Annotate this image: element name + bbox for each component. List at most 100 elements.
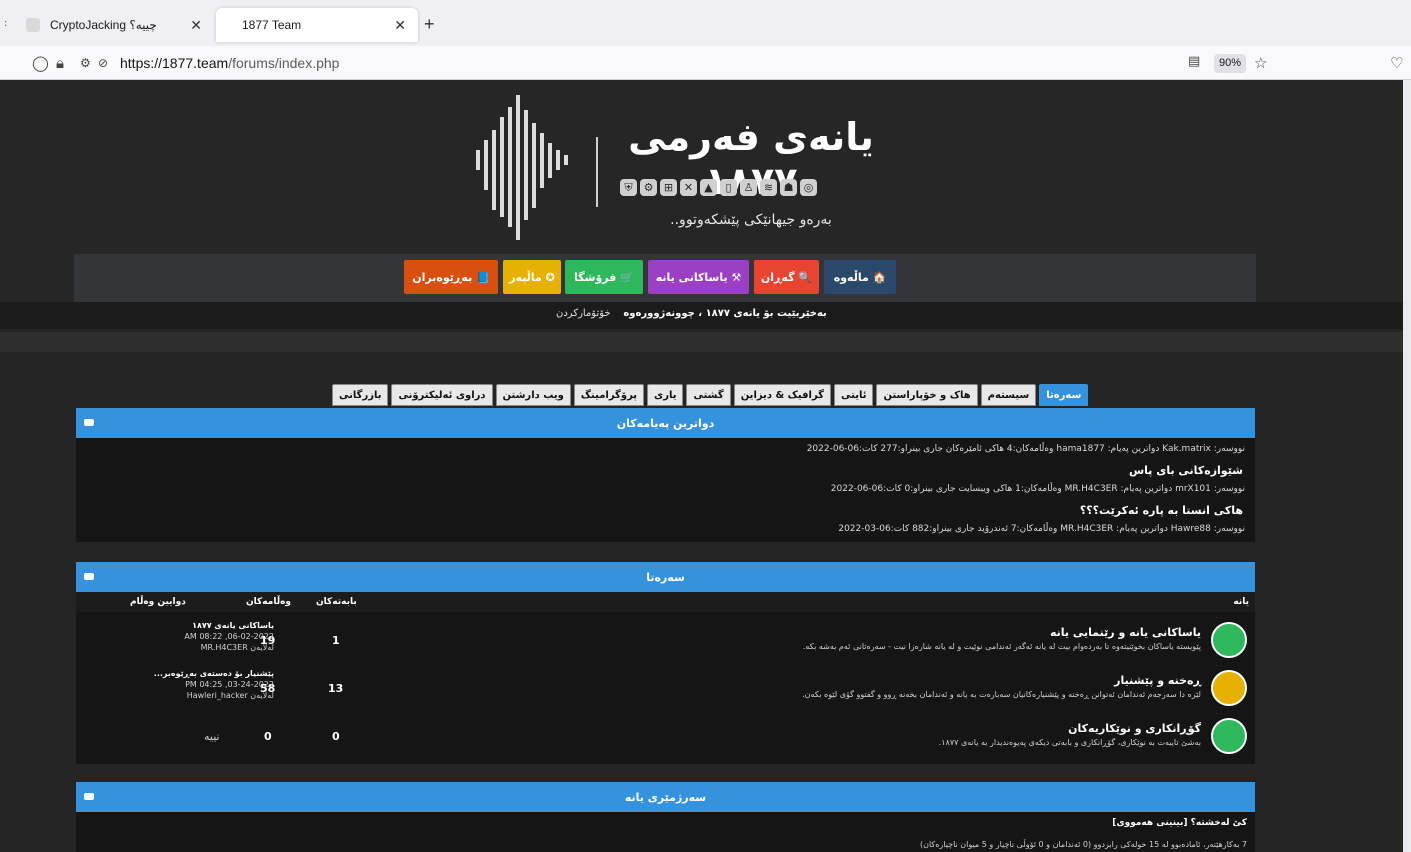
main-navigation: 🏠 ماڵەوە 🔍 گەڕان ⚒ یاساکانی یانە 🛒 فرۆشگ… [74, 254, 1256, 302]
nav-home-button[interactable]: 🏠 ماڵەوە [824, 260, 896, 294]
nav-admins-button[interactable]: 📘 بەڕێوەبران [404, 260, 498, 294]
forum-title[interactable]: گۆڕانکاری و نوێکاریەکان [1068, 722, 1201, 735]
url-host: https://1877.team [120, 55, 229, 71]
last-post-date: 06-02-2022, 08:22 AM [184, 632, 274, 641]
logo-badges: ⛨ ⚙ ⊞ ✕ ▲ ▯ ♙ ≋ ☗ ◎ [620, 179, 817, 196]
reader-view-icon[interactable]: ▤ [1188, 54, 1200, 69]
tab-business[interactable]: بازرگانی [332, 384, 389, 406]
panel-title: سەرژمێری یانە [624, 790, 707, 804]
forum-last-post: یاساکانی یانەی ١٨٧٧ 06-02-2022, 08:22 AM… [114, 620, 274, 653]
pocket-icon[interactable]: ♡ [1390, 54, 1403, 72]
register-link[interactable]: خۆتۆمارکردن [556, 308, 611, 319]
header-divider [0, 332, 1403, 352]
recent-post-meta: نووسەر: mrX101 دواترین پەیام: MR.H4C3ER … [830, 484, 1245, 494]
tab-hacking[interactable]: هاک و خۆپاراستن [876, 384, 978, 406]
collapse-toggle-icon[interactable] [84, 573, 94, 580]
forum-title[interactable]: یاساکانی یانە و رێنمایی یانە [1050, 626, 1201, 639]
login-link[interactable]: بەخێربێیت بۆ یانەی ١٨٧٧ ، چوونەژوورەوە [623, 308, 826, 319]
panel-title: دواترین پەیامەکان [616, 416, 715, 430]
last-post-date: 03-24-2022, 04:25 PM [185, 680, 274, 689]
bookmark-star-icon[interactable]: ☆ [1254, 54, 1267, 72]
tools-badge-icon: ✕ [680, 179, 697, 196]
tab-web-design[interactable]: ویب دارشتن [495, 384, 571, 406]
forum-title[interactable]: ڕەخنە و پێشنیار [1114, 674, 1201, 687]
col-threads: بابەتەکان [316, 597, 357, 607]
tab-crypto[interactable]: دراوی ئەلیکترۆنی [391, 384, 493, 406]
collapse-toggle-icon[interactable] [84, 419, 94, 426]
forum-replies-count: 0 [264, 730, 272, 743]
wifi-badge-icon: ≋ [760, 179, 777, 196]
browser-tab-cryptojacking[interactable]: CryptoJacking چییە؟ ✕ [14, 8, 214, 42]
close-tab-icon[interactable]: ✕ [394, 17, 406, 34]
permissions-icon[interactable]: ⚙ [80, 56, 91, 70]
forum-threads-count: 13 [328, 682, 344, 695]
close-tab-icon[interactable]: ✕ [190, 17, 202, 34]
forum-threads-count: 0 [332, 730, 340, 743]
browser-tab-1877-team[interactable]: 1877 Team ✕ [216, 8, 418, 42]
forums-column-headers: یانە بابەتەکان وەڵامەکان دوایین وەڵام [76, 592, 1255, 612]
tab-favicon-icon [26, 18, 40, 32]
collapse-toggle-icon[interactable] [84, 793, 94, 800]
nav-shop-button[interactable]: 🛒 فرۆشگا [565, 260, 643, 294]
shield-icon[interactable]: ◯ [32, 54, 49, 72]
tab-graphics[interactable]: گرافیک & دیزاین [733, 384, 831, 406]
recent-post-meta: نووسەر: Hawre88 دواترین پەیام: MR.H4C3ER… [838, 524, 1245, 534]
online-users-title[interactable]: کێ لەخشتە؟ [بینینی هەمووی] [1112, 818, 1247, 828]
recent-post-title[interactable]: شێوازەکانی بای پاس [1129, 464, 1243, 477]
forum-description: بەشێ تایبەت بە نوێکاری، گۆڕانکاری و بابە… [938, 738, 1201, 747]
tab-games[interactable]: یاری [647, 384, 684, 406]
recent-post-meta: نووسەر: Kak.matrix دواترین پەیام: hama18… [806, 444, 1245, 454]
logo-mark-icon [476, 95, 568, 240]
page-scrollbar[interactable] [1403, 80, 1411, 852]
welcome-text: بەخێربێیت بۆ یانەی ١٨٧٧ ، چوونەژوورەوە خ… [556, 308, 827, 319]
forum-description: لێرە دا سەرجەم ئەندامان ئەتوانن ڕەخنە و … [802, 690, 1201, 699]
browser-tab-bar: : CryptoJacking چییە؟ ✕ 1877 Team ✕ + [0, 0, 1411, 46]
forum-updates-icon [1211, 718, 1247, 754]
target-badge-icon: ◎ [800, 179, 817, 196]
device-badge-icon: ▯ [720, 179, 737, 196]
logo-subtitle: بەرەو جیهانێکی پێشکەوتوو.. [670, 212, 832, 228]
forum-category-tabs: بازرگانی دراوی ئەلیکترۆنی ویب دارشتن پرۆ… [332, 384, 1089, 406]
nav-search-button[interactable]: 🔍 گەڕان [754, 260, 819, 294]
recent-posts-header: دواترین پەیامەکان [76, 408, 1255, 438]
panel-title: سەرەتا [646, 570, 685, 584]
last-post-author[interactable]: لەلایەن Hawleri_hacker [187, 691, 274, 700]
col-replies: وەڵامەکان [246, 597, 291, 607]
url-path: /forums/index.php [228, 55, 340, 71]
tab-general[interactable]: گشتی [686, 384, 731, 406]
tab-home[interactable]: سەرەتا [1039, 384, 1089, 406]
cog-badge-icon: ⚙ [640, 179, 657, 196]
last-post-author[interactable]: لەلایەن MR.H4C3ER [201, 643, 274, 652]
nav-website-button[interactable]: ✪ ماڵپەر [503, 260, 561, 294]
forums-panel: سەرەتا یانە بابەتەکان وەڵامەکان دوایین و… [76, 562, 1255, 764]
warning-badge-icon: ▲ [700, 179, 717, 196]
tab-programming[interactable]: پرۆگرامینگ [573, 384, 645, 406]
tracking-icon[interactable]: ⊘ [98, 56, 108, 70]
forum-last-post-none: نییە [204, 730, 220, 743]
forums-header: سەرەتا [76, 562, 1255, 592]
tab-overflow-icon[interactable]: : [4, 18, 7, 29]
recent-post-title[interactable]: هاکی انستا بە پارە ئەکرێت؟؟؟ [1080, 504, 1243, 517]
last-post-title[interactable]: یاساکانی یانەی ١٨٧٧ [192, 621, 274, 630]
shield-badge-icon: ⛨ [620, 179, 637, 196]
forum-feedback-icon [1211, 670, 1247, 706]
recent-posts-panel: دواترین پەیامەکان نووسەر: Kak.matrix دوا… [76, 408, 1255, 542]
lock-icon[interactable]: 🔒︎ [56, 54, 64, 72]
new-tab-button[interactable]: + [424, 14, 435, 35]
breadcrumb: بەخێربێیت بۆ یانەی ١٨٧٧ ، چوونەژوورەوە خ… [0, 302, 1403, 329]
address-bar: ◯ 🔒︎ ⚙ ⊘ https://1877.team/forums/index.… [0, 46, 1411, 80]
last-post-title[interactable]: پێشنیار بۆ دەستەی بەڕێوەبر... [154, 669, 274, 678]
tab-it[interactable]: ئایتی [834, 384, 874, 406]
forum-threads-count: 1 [332, 634, 340, 647]
zoom-level-button[interactable]: 90% [1214, 54, 1246, 73]
logo-divider [596, 137, 598, 207]
nav-rules-button[interactable]: ⚒ یاساکانی یانە [648, 260, 749, 294]
site-logo[interactable]: یانەی فەرمی ١٨٧٧ ⛨ ⚙ ⊞ ✕ ▲ ▯ ♙ ≋ ☗ ◎ بەر… [466, 95, 886, 245]
web-page: یانەی فەرمی ١٨٧٧ ⛨ ⚙ ⊞ ✕ ▲ ▯ ♙ ≋ ☗ ◎ بەر… [0, 80, 1411, 852]
linux-badge-icon: ♙ [740, 179, 757, 196]
tab-system[interactable]: سیستەم [980, 384, 1037, 406]
stats-panel: سەرژمێری یانە کێ لەخشتە؟ [بینینی هەمووی]… [76, 782, 1255, 852]
url-input[interactable]: https://1877.team/forums/index.php [120, 55, 339, 71]
forum-last-post: پێشنیار بۆ دەستەی بەڕێوەبر... 03-24-2022… [114, 668, 274, 701]
col-last: دوایین وەڵام [130, 597, 186, 607]
